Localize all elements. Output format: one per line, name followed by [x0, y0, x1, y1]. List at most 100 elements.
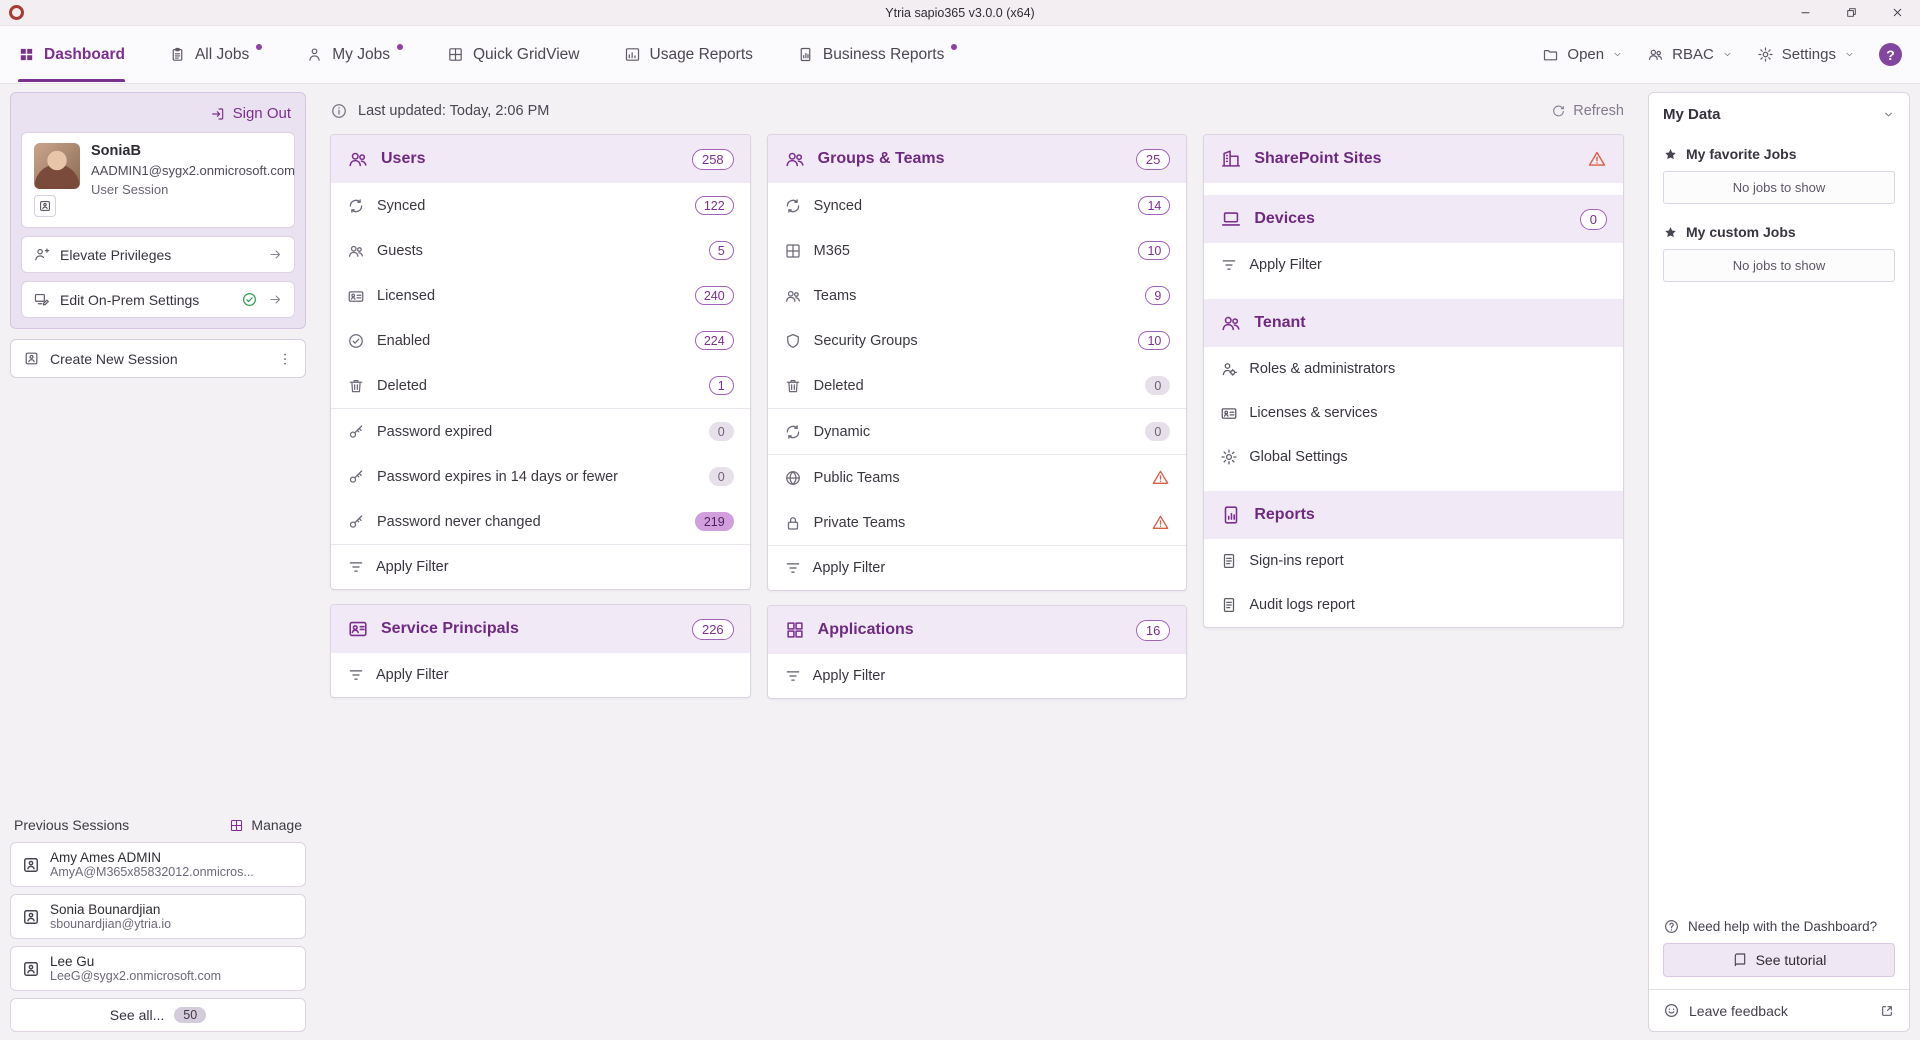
settings-menu[interactable]: Settings [1757, 46, 1855, 63]
tenant-header[interactable]: Tenant [1204, 299, 1623, 347]
tab-usage-reports[interactable]: Usage Reports [624, 26, 753, 84]
sign-ins-report-link[interactable]: Sign-ins report [1204, 539, 1623, 583]
applications-card: Applications 16 Apply Filter [767, 605, 1188, 699]
tab-business-reports[interactable]: Business Reports [797, 26, 957, 84]
groups-security-row[interactable]: Security Groups 10 [768, 318, 1187, 363]
groups-private-teams-row[interactable]: Private Teams [768, 500, 1187, 545]
dynamic-icon [784, 423, 802, 441]
open-menu[interactable]: Open [1542, 46, 1623, 63]
custom-jobs-empty-state: No jobs to show [1663, 249, 1895, 282]
licenses-services-link[interactable]: Licenses & services [1204, 391, 1623, 435]
previous-session-item[interactable]: Sonia Bounardjian sbounardjian@ytria.io [10, 894, 306, 939]
devices-apply-filter-button[interactable]: Apply Filter [1204, 243, 1623, 287]
applications-apply-filter-button[interactable]: Apply Filter [768, 654, 1187, 698]
groups-dynamic-row[interactable]: Dynamic 0 [768, 409, 1187, 454]
groups-deleted-row[interactable]: Deleted 0 [768, 363, 1187, 408]
session-name: Amy Ames ADMIN [50, 850, 254, 865]
see-all-sessions-button[interactable]: See all... 50 [10, 998, 306, 1032]
sign-out-button[interactable]: Sign Out [21, 103, 295, 132]
groups-synced-row[interactable]: Synced 14 [768, 183, 1187, 228]
count-badge: 0 [709, 422, 734, 441]
help-button[interactable]: ? [1879, 43, 1902, 66]
row-label: Password expires in 14 days or fewer [377, 469, 618, 485]
gridview-icon [447, 46, 464, 63]
tab-dashboard[interactable]: Dashboard [18, 26, 125, 84]
users-password-never-changed-row[interactable]: Password never changed 219 [331, 499, 750, 544]
count-badge: 10 [1138, 331, 1170, 350]
current-user-card[interactable]: SoniaB AADMIN1@sygx2.onmicrosoft.com Use… [21, 132, 295, 228]
minimize-button[interactable] [1782, 0, 1828, 25]
edit-onprem-settings-button[interactable]: Edit On-Prem Settings [21, 281, 295, 318]
tab-all-jobs[interactable]: All Jobs [169, 26, 262, 84]
session-type-label: User Session [91, 182, 282, 197]
users-card-header[interactable]: Users 258 [331, 135, 750, 183]
previous-sessions-section: Previous Sessions Manage Amy Ames ADMIN … [10, 817, 306, 1032]
refresh-button[interactable]: Refresh [1551, 103, 1624, 119]
users-password-expires-row[interactable]: Password expires in 14 days or fewer 0 [331, 454, 750, 499]
sharepoint-sites-header[interactable]: SharePoint Sites [1204, 135, 1623, 183]
folder-icon [1542, 46, 1559, 63]
users-password-expired-row[interactable]: Password expired 0 [331, 409, 750, 454]
previous-session-item[interactable]: Amy Ames ADMIN AmyA@M365x85832012.onmicr… [10, 842, 306, 887]
global-settings-link[interactable]: Global Settings [1204, 435, 1623, 479]
see-tutorial-button[interactable]: See tutorial [1663, 943, 1895, 977]
tab-quick-gridview[interactable]: Quick GridView [447, 26, 580, 84]
users-licensed-row[interactable]: Licensed 240 [331, 273, 750, 318]
section-label: My custom Jobs [1686, 224, 1796, 240]
window-title: Ytria sapio365 v3.0.0 (x64) [0, 6, 1920, 20]
elevate-privileges-button[interactable]: Elevate Privileges [21, 236, 295, 273]
filter-icon [784, 559, 802, 577]
users-deleted-row[interactable]: Deleted 1 [331, 363, 750, 408]
title-bar: Ytria sapio365 v3.0.0 (x64) [0, 0, 1920, 26]
expand-icon[interactable] [1879, 1003, 1895, 1019]
password-icon [347, 513, 365, 531]
apply-filter-label: Apply Filter [813, 560, 886, 576]
groups-m365-row[interactable]: M365 10 [768, 228, 1187, 273]
groups-apply-filter-button[interactable]: Apply Filter [768, 546, 1187, 590]
row-label: Licensed [377, 288, 435, 304]
row-label: Password expired [377, 424, 492, 440]
manage-sessions-button[interactable]: Manage [229, 817, 302, 833]
collapse-chevron-icon[interactable] [1882, 108, 1895, 121]
users-guests-row[interactable]: Guests 5 [331, 228, 750, 273]
groups-public-teams-row[interactable]: Public Teams [768, 455, 1187, 500]
id-badge-icon [38, 199, 52, 213]
row-label: Private Teams [814, 515, 906, 531]
tab-my-jobs[interactable]: My Jobs [306, 26, 403, 84]
row-label: Roles & administrators [1249, 361, 1395, 377]
check-circle-icon [241, 291, 258, 308]
users-enabled-row[interactable]: Enabled 224 [331, 318, 750, 363]
close-button[interactable] [1874, 0, 1920, 25]
custom-jobs-section-title: My custom Jobs [1649, 214, 1909, 246]
count-badge: 10 [1138, 241, 1170, 260]
audit-logs-report-link[interactable]: Audit logs report [1204, 583, 1623, 627]
users-card: Users 258 Synced 122 Guests 5 [330, 134, 751, 590]
row-label: Dynamic [814, 424, 870, 440]
users-synced-row[interactable]: Synced 122 [331, 183, 750, 228]
deleted-icon [347, 377, 365, 395]
tenant-icon [1220, 312, 1242, 334]
tab-label: Usage Reports [650, 46, 753, 64]
previous-session-item[interactable]: Lee Gu LeeG@sygx2.onmicrosoft.com [10, 946, 306, 991]
tab-label: Business Reports [823, 46, 944, 64]
applications-header[interactable]: Applications 16 [768, 606, 1187, 654]
session-sidebar: Sign Out SoniaB AADMIN1@sygx2.onmicrosof… [10, 92, 306, 1032]
more-options-icon[interactable] [277, 351, 293, 367]
reports-header[interactable]: Reports [1204, 491, 1623, 539]
service-principals-apply-filter-button[interactable]: Apply Filter [331, 653, 750, 697]
service-principals-header[interactable]: Service Principals 226 [331, 605, 750, 653]
roles-administrators-link[interactable]: Roles & administrators [1204, 347, 1623, 391]
tab-label: Quick GridView [473, 46, 580, 64]
question-circle-icon [1663, 918, 1680, 935]
rbac-menu[interactable]: RBAC [1647, 46, 1733, 63]
groups-teams-row[interactable]: Teams 9 [768, 273, 1187, 318]
groups-teams-header[interactable]: Groups & Teams 25 [768, 135, 1187, 183]
users-apply-filter-button[interactable]: Apply Filter [331, 545, 750, 589]
row-label: Licenses & services [1249, 405, 1377, 421]
usage-reports-icon [624, 46, 641, 63]
create-new-session-button[interactable]: Create New Session [10, 339, 306, 378]
devices-header[interactable]: Devices 0 [1204, 195, 1623, 243]
tenant-overview-card: SharePoint Sites Devices 0 Apply Filter [1203, 134, 1624, 628]
restore-button[interactable] [1828, 0, 1874, 25]
leave-feedback-button[interactable]: Leave feedback [1649, 989, 1909, 1031]
